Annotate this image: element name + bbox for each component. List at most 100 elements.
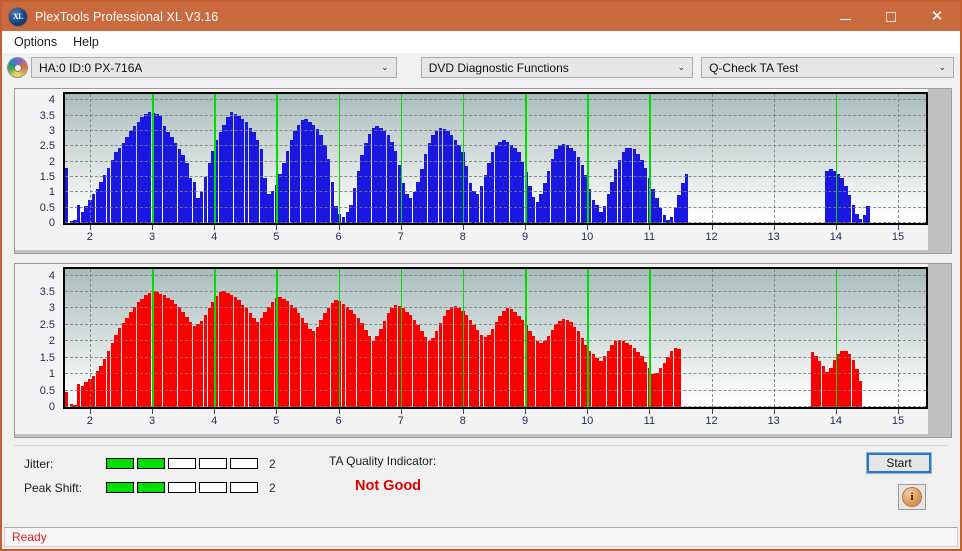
x-axis-tick bbox=[587, 225, 589, 230]
x-axis-tick-label: 9 bbox=[521, 231, 529, 243]
peak-shift-chart-y-axis: 0 0.5 1 1.5 2 2.5 3 3.5 4 bbox=[15, 267, 59, 413]
jitter-meter bbox=[106, 458, 258, 469]
y-axis-tick-label: 3.5 bbox=[39, 109, 55, 122]
y-axis-tick-label: 0.5 bbox=[39, 201, 55, 214]
x-axis-tick-label: 13 bbox=[767, 231, 780, 243]
gridline-horizontal bbox=[65, 114, 926, 116]
gridline-horizontal bbox=[65, 406, 926, 407]
x-axis-tick-label: 10 bbox=[581, 415, 594, 427]
x-axis-tick bbox=[152, 225, 154, 230]
y-axis-tick-label: 1.5 bbox=[39, 170, 55, 183]
gridline-vertical bbox=[773, 269, 775, 407]
x-axis-tick-label: 8 bbox=[459, 415, 466, 427]
sector-marker bbox=[835, 269, 838, 407]
peak-shift-value: 2 bbox=[269, 480, 276, 495]
x-axis-tick bbox=[525, 225, 527, 230]
x-axis-tick bbox=[89, 225, 91, 230]
y-axis-tick-label: 1 bbox=[48, 368, 55, 381]
menu-item-options[interactable]: Options bbox=[8, 33, 67, 52]
x-axis-tick bbox=[649, 409, 651, 414]
sector-marker bbox=[214, 269, 216, 407]
gridline-horizontal bbox=[65, 175, 926, 177]
optical-disc-icon bbox=[8, 58, 27, 77]
meter-segment bbox=[137, 458, 165, 469]
peak-shift-label: Peak Shift: bbox=[24, 480, 83, 495]
gridline-horizontal bbox=[65, 340, 926, 342]
sector-marker bbox=[400, 269, 403, 407]
x-axis-tick bbox=[89, 409, 91, 414]
test-select-value: Q-Check TA Test bbox=[709, 60, 799, 75]
window-title: PlexTools Professional XL V3.16 bbox=[35, 9, 219, 24]
x-axis-tick-label: 11 bbox=[643, 231, 656, 243]
x-axis-tick bbox=[276, 409, 278, 414]
title-bar: XL PlexTools Professional XL V3.16 ✕ bbox=[2, 2, 960, 31]
x-axis-tick bbox=[338, 225, 340, 230]
peak-shift-chart-bars bbox=[65, 269, 926, 407]
x-axis-tick-label: 13 bbox=[767, 415, 780, 427]
chart-bar bbox=[866, 206, 870, 223]
jitter-chart: 0 0.5 1 1.5 2 2.5 3 3.5 4 2 3 4 5 6 7 8 9 10 11 12 13 14 15 bbox=[14, 88, 952, 254]
test-select[interactable]: Q-Check TA Test ⌄ bbox=[701, 57, 954, 78]
minimize-icon[interactable] bbox=[822, 2, 868, 31]
meter-segment bbox=[199, 458, 227, 469]
chevron-down-icon: ⌄ bbox=[677, 62, 686, 72]
y-axis-tick-label: 2.5 bbox=[39, 140, 55, 153]
menu-item-help[interactable]: Help bbox=[67, 33, 109, 52]
gridline-horizontal bbox=[65, 373, 926, 375]
x-axis-tick-label: 15 bbox=[891, 231, 905, 243]
x-axis-tick-label: 2 bbox=[86, 415, 93, 427]
gridline-vertical bbox=[711, 94, 713, 223]
gridline-horizontal bbox=[65, 206, 926, 208]
y-axis-tick-label: 3.5 bbox=[39, 286, 55, 298]
y-axis-tick-label: 3 bbox=[48, 302, 55, 315]
x-axis-tick-label: 3 bbox=[148, 415, 156, 427]
gridline-horizontal bbox=[65, 99, 926, 101]
maximize-icon[interactable] bbox=[868, 2, 914, 31]
x-axis-tick bbox=[525, 409, 527, 414]
x-axis-tick-label: 6 bbox=[335, 231, 342, 243]
chart-bottom-padding bbox=[15, 250, 951, 253]
jitter-chart-x-axis: 2 3 4 5 6 7 8 9 10 11 12 13 14 15 bbox=[63, 225, 928, 252]
info-button[interactable]: i bbox=[898, 484, 926, 510]
ta-quality-group: TA Quality Indicator: Not Good bbox=[329, 454, 436, 494]
x-axis-tick bbox=[711, 225, 713, 230]
plextools-logo-icon: XL bbox=[9, 7, 27, 26]
chevron-down-icon: ⌄ bbox=[381, 62, 389, 72]
results-panel: Jitter: 2 Peak Shift: 2 TA Quality Indic… bbox=[14, 445, 948, 527]
close-icon[interactable]: ✕ bbox=[914, 2, 960, 31]
meter-segment bbox=[230, 458, 258, 469]
window-controls: ✕ bbox=[822, 2, 960, 31]
meter-segment bbox=[230, 482, 258, 493]
jitter-chart-y-axis: 0 0.5 1 1.5 2 2.5 3 3.5 4 bbox=[15, 92, 59, 229]
y-axis-tick-label: 4 bbox=[48, 94, 55, 107]
y-axis-tick-label: 0 bbox=[48, 217, 55, 229]
function-select[interactable]: DVD Diagnostic Functions ⌄ bbox=[420, 57, 694, 78]
status-bar: Ready bbox=[4, 527, 958, 547]
x-axis-tick-label: 3 bbox=[148, 231, 156, 243]
x-axis-tick-label: 12 bbox=[705, 415, 718, 427]
x-axis-tick-label: 11 bbox=[643, 415, 656, 427]
x-axis-tick-label: 7 bbox=[397, 415, 404, 427]
gridline-vertical bbox=[773, 94, 775, 223]
gridline-horizontal bbox=[65, 191, 926, 193]
y-axis-tick-label: 3 bbox=[48, 124, 55, 137]
sector-marker bbox=[276, 269, 278, 407]
sector-marker bbox=[649, 269, 651, 407]
start-button[interactable]: Start bbox=[866, 452, 932, 474]
chevron-down-icon: ⌄ bbox=[938, 62, 946, 72]
peak-shift-meter bbox=[106, 482, 258, 493]
drive-select[interactable]: HA:0 ID:0 PX-716A ⌄ bbox=[31, 57, 397, 78]
peak-shift-chart-plot bbox=[63, 267, 928, 409]
gridline-vertical bbox=[89, 269, 91, 407]
drive-select-value: HA:0 ID:0 PX-716A bbox=[39, 60, 143, 75]
sector-marker bbox=[462, 94, 465, 223]
x-axis-tick bbox=[587, 409, 589, 414]
y-axis-tick-label: 1.5 bbox=[39, 351, 55, 364]
sector-marker bbox=[338, 94, 341, 223]
sector-marker bbox=[276, 94, 278, 223]
gridline-horizontal bbox=[65, 129, 926, 131]
x-axis-tick-label: 6 bbox=[335, 415, 342, 427]
status-text: Ready bbox=[12, 530, 47, 544]
chart-bar bbox=[65, 392, 69, 407]
jitter-label: Jitter: bbox=[24, 456, 54, 471]
